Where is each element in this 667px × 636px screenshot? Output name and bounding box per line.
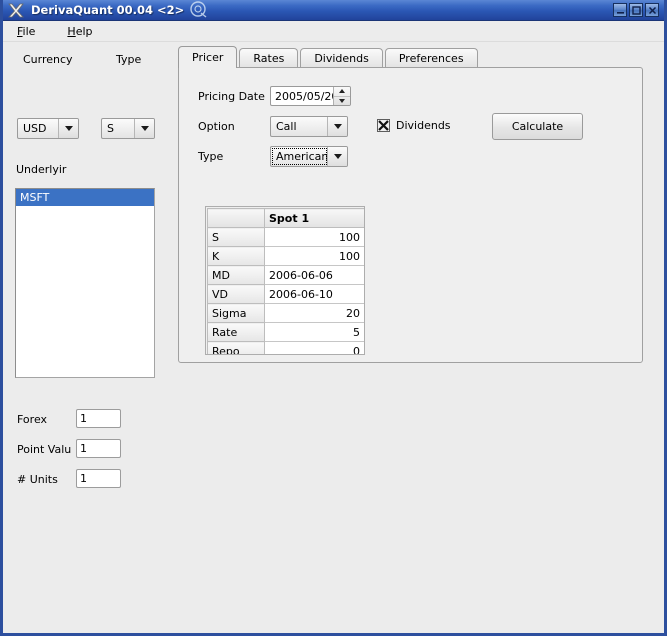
forex-input[interactable]: [76, 409, 121, 428]
title-bar[interactable]: DerivaQuant 00.04 <2>: [3, 0, 664, 21]
menu-help-rest: elp: [76, 25, 93, 38]
maximize-button[interactable]: [629, 3, 643, 17]
currency-combobox-value: USD: [18, 119, 59, 138]
tab-rates[interactable]: Rates: [239, 48, 298, 68]
units-input[interactable]: [76, 469, 121, 488]
results-table-container[interactable]: Spot 1 S100K100MD2006-06-06VD2006-06-10S…: [205, 206, 365, 355]
table-row-label[interactable]: Rate: [208, 323, 265, 342]
results-table: Spot 1 S100K100MD2006-06-06VD2006-06-10S…: [207, 208, 365, 355]
table-row[interactable]: Rate5: [208, 323, 365, 342]
pricer-tab-panel: Pricing Date 2005/05/20 Option Call: [178, 67, 643, 363]
results-table-body: S100K100MD2006-06-06VD2006-06-10Sigma20R…: [208, 228, 365, 356]
menu-bar: File Help: [3, 21, 664, 42]
window-title: DerivaQuant 00.04 <2>: [31, 3, 184, 17]
main-panel: Pricer Rates Dividends Preferences Prici…: [171, 42, 664, 630]
tab-bar: Pricer Rates Dividends Preferences: [178, 46, 480, 68]
chevron-down-icon: [328, 117, 347, 136]
dividends-checkbox-label: Dividends: [396, 119, 451, 132]
pricing-date-row: Pricing Date 2005/05/20: [198, 86, 351, 106]
underlying-label: Underlyir: [16, 163, 66, 176]
menu-help-mnemonic: H: [67, 25, 75, 38]
client-area: Currency Type USD S Underlyir MSFT Forex…: [3, 42, 664, 630]
table-row[interactable]: Sigma20: [208, 304, 365, 323]
chevron-down-icon: [59, 119, 78, 138]
pricing-date-label: Pricing Date: [198, 90, 270, 103]
dividends-checkbox-row[interactable]: Dividends: [377, 119, 451, 132]
sidebar-type-combobox[interactable]: S: [101, 118, 155, 139]
table-row-label[interactable]: MD: [208, 266, 265, 285]
menu-file-rest: ile: [23, 25, 36, 38]
table-row-label[interactable]: Repo: [208, 342, 265, 356]
table-row-label[interactable]: VD: [208, 285, 265, 304]
tab-preferences[interactable]: Preferences: [385, 48, 478, 68]
results-corner-header[interactable]: [208, 209, 265, 228]
type-label: Type: [116, 53, 141, 66]
decorative-logo-icon: [188, 0, 208, 21]
option-label: Option: [198, 120, 270, 133]
window-controls: [613, 3, 659, 17]
calculate-button[interactable]: Calculate: [492, 113, 583, 140]
option-combobox[interactable]: Call: [270, 116, 348, 137]
table-row[interactable]: MD2006-06-06: [208, 266, 365, 285]
forex-label: Forex: [17, 413, 47, 426]
chevron-down-icon: [135, 119, 154, 138]
results-column-header-spot1[interactable]: Spot 1: [265, 209, 365, 228]
checkmark-x-icon: [378, 120, 389, 131]
table-row-label[interactable]: Sigma: [208, 304, 265, 323]
results-table-head: Spot 1: [208, 209, 365, 228]
stepper-up-icon[interactable]: [334, 87, 350, 97]
option-type-combobox[interactable]: American: [270, 146, 348, 167]
x-app-icon: [6, 1, 26, 19]
units-label: # Units: [17, 473, 58, 486]
table-row[interactable]: VD2006-06-10: [208, 285, 365, 304]
currency-combobox[interactable]: USD: [17, 118, 79, 139]
table-cell-value[interactable]: 0: [265, 342, 365, 356]
tab-dividends[interactable]: Dividends: [300, 48, 383, 68]
point-value-label: Point Valu: [17, 443, 73, 456]
table-cell-value[interactable]: 100: [265, 228, 365, 247]
active-tab-joint: [179, 66, 227, 68]
pricing-date-value: 2005/05/20: [271, 87, 333, 105]
table-row-label[interactable]: S: [208, 228, 265, 247]
menu-item-file[interactable]: File: [13, 23, 47, 40]
dividends-checkbox[interactable]: [377, 119, 390, 132]
table-cell-value[interactable]: 5: [265, 323, 365, 342]
underlying-listbox[interactable]: MSFT: [15, 188, 155, 378]
results-table-header-row: Spot 1: [208, 209, 365, 228]
sidebar-panel: Currency Type USD S Underlyir MSFT Forex…: [3, 42, 171, 630]
stepper-down-icon[interactable]: [334, 97, 350, 106]
sidebar-type-combobox-value: S: [102, 119, 135, 138]
table-cell-value[interactable]: 100: [265, 247, 365, 266]
option-combobox-value: Call: [271, 117, 328, 136]
option-type-row: Type American: [198, 146, 348, 167]
option-type-label: Type: [198, 150, 270, 163]
tab-pricer[interactable]: Pricer: [178, 46, 237, 68]
currency-label: Currency: [23, 53, 73, 66]
close-button[interactable]: [645, 3, 659, 17]
table-row[interactable]: Repo0: [208, 342, 365, 356]
table-row[interactable]: K100: [208, 247, 365, 266]
pricing-date-stepper[interactable]: [333, 87, 350, 105]
option-row: Option Call: [198, 116, 348, 137]
point-value-input[interactable]: [76, 439, 121, 458]
option-type-combobox-value: American: [271, 147, 328, 166]
list-item[interactable]: MSFT: [16, 189, 154, 206]
table-cell-value[interactable]: 2006-06-10: [265, 285, 365, 304]
minimize-button[interactable]: [613, 3, 627, 17]
pricing-date-spinner[interactable]: 2005/05/20: [270, 86, 351, 106]
table-row[interactable]: S100: [208, 228, 365, 247]
chevron-down-icon: [328, 147, 347, 166]
table-cell-value[interactable]: 2006-06-06: [265, 266, 365, 285]
results-table-viewport: Spot 1 S100K100MD2006-06-06VD2006-06-10S…: [207, 208, 364, 355]
table-cell-value[interactable]: 20: [265, 304, 365, 323]
application-window: DerivaQuant 00.04 <2> File Help: [0, 0, 667, 636]
menu-item-help[interactable]: Help: [63, 23, 104, 40]
table-row-label[interactable]: K: [208, 247, 265, 266]
